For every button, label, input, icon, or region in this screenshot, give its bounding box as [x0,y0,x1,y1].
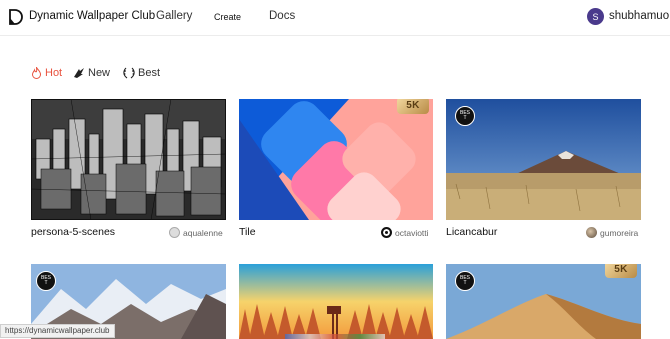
forest-sunset-illustration [239,264,433,339]
tab-hot-label: Hot [45,67,63,79]
author-avatar [169,227,180,238]
best-badge: BEST [455,271,475,291]
tab-new[interactable]: New [73,66,110,80]
card-author[interactable]: aqualenne [169,227,223,238]
username[interactable]: shubhamuo [609,10,669,22]
author-name: gumoreira [600,227,639,238]
author-name: octaviotti [395,227,429,238]
card-title[interactable]: Licancabur [446,226,497,238]
nav-docs-link[interactable]: Docs [269,10,295,22]
brand-name[interactable]: Dynamic Wallpaper Club [29,10,155,22]
author-name: aqualenne [183,227,223,238]
top-navigation: Dynamic Wallpaper Club Gallery Create Do… [0,0,670,36]
best-badge-text: BEST [460,275,471,286]
wallpaper-thumbnail-desert[interactable]: BEST 5K [446,264,641,339]
flame-icon [31,67,42,79]
logo-icon[interactable] [9,9,23,25]
laurel-icon [123,67,135,79]
card-title[interactable]: persona-5-scenes [31,226,115,238]
nav-create-link[interactable]: Create [214,12,241,22]
card-author[interactable]: gumoreira [586,227,638,238]
nav-gallery-link[interactable]: Gallery [156,10,192,22]
tab-best-label: Best [138,67,161,79]
tab-new-label: New [88,67,111,79]
new-icon [74,68,84,78]
dock-strip [285,334,385,339]
wallpaper-thumbnail-licancabur[interactable]: BEST [446,99,641,220]
wallpaper-thumbnail-persona[interactable] [31,99,226,220]
tile-illustration [239,99,433,220]
volcano-illustration [446,99,641,220]
resolution-badge: 5K [605,264,637,278]
author-avatar [381,227,392,238]
city-illustration [31,99,226,220]
card-title[interactable]: Tile [239,226,256,238]
wallpaper-thumbnail-firewatch[interactable] [239,264,433,339]
tab-best[interactable]: Best [123,66,160,80]
browser-status-url: https://dynamicwallpaper.club [0,324,115,338]
best-badge: BEST [455,106,475,126]
wallpaper-thumbnail-tile[interactable]: 5K [239,99,433,220]
resolution-badge: 5K [397,99,429,114]
card-author[interactable]: octaviotti [381,227,429,238]
tab-hot[interactable]: Hot [31,66,62,80]
author-avatar [586,227,597,238]
best-badge-text: BEST [41,275,52,286]
user-avatar[interactable]: S [587,8,604,25]
best-badge-text: BEST [460,110,471,121]
best-badge: BEST [36,271,56,291]
